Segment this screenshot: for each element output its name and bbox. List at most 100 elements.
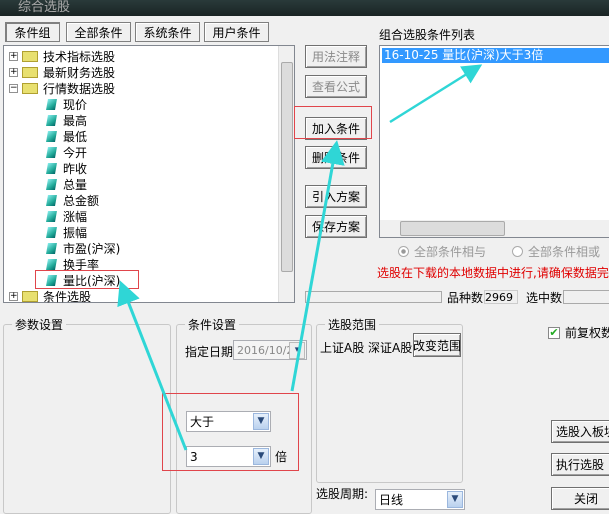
tree-item[interactable]: 最高 bbox=[46, 112, 88, 128]
indicator-icon bbox=[46, 146, 57, 158]
radio-icon[interactable] bbox=[512, 246, 523, 257]
count-label: 品种数 bbox=[447, 291, 484, 305]
tree-item-label: 总量 bbox=[63, 177, 88, 192]
tree-item[interactable]: 昨收 bbox=[46, 160, 88, 176]
expand-icon[interactable]: + bbox=[9, 67, 18, 77]
adjust-checkbox[interactable]: ✔ 前复权数 bbox=[548, 324, 609, 341]
tree-item-label: 最高 bbox=[63, 113, 88, 128]
param-group: 参数设置 bbox=[3, 316, 171, 514]
condition-list[interactable]: 16-10-25 量比(沪深)大于3倍 bbox=[379, 45, 609, 238]
indicator-icon bbox=[46, 130, 57, 142]
folder-icon bbox=[22, 50, 38, 62]
tree-item[interactable]: 今开 bbox=[46, 144, 88, 160]
indicator-icon bbox=[46, 162, 57, 174]
usage-button[interactable]: 用法注释 bbox=[305, 45, 367, 68]
tab-condition-group[interactable]: 条件组 bbox=[5, 22, 60, 42]
expand-icon[interactable]: + bbox=[9, 291, 18, 301]
count-value: 2969 bbox=[484, 290, 518, 304]
to-block-button[interactable]: 选股入板块 bbox=[551, 420, 609, 443]
tree-group[interactable]: + 条件选股 bbox=[9, 288, 91, 304]
dropdown-icon[interactable]: ▾ bbox=[289, 342, 305, 359]
change-range-button[interactable]: 改变范围 bbox=[413, 333, 461, 357]
period-label: 选股周期: bbox=[316, 487, 369, 501]
tree-item-label: 现价 bbox=[63, 97, 88, 112]
tree-item[interactable]: 振幅 bbox=[46, 224, 88, 240]
annotation-box bbox=[294, 106, 372, 139]
chevron-down-icon[interactable]: ▼ bbox=[253, 413, 269, 430]
tab-user-conditions[interactable]: 用户条件 bbox=[204, 22, 269, 42]
tree-item-label: 涨幅 bbox=[63, 209, 88, 224]
tree-group-label: 技术指标选股 bbox=[43, 49, 116, 64]
condition-item[interactable]: 16-10-25 量比(沪深)大于3倍 bbox=[382, 48, 609, 63]
date-picker[interactable]: 2016/10/25 ▾ bbox=[233, 340, 307, 360]
value-text: 3 bbox=[190, 449, 198, 464]
tab-all-conditions[interactable]: 全部条件 bbox=[66, 22, 131, 42]
indicator-icon bbox=[46, 242, 57, 254]
tree-item[interactable]: 最低 bbox=[46, 128, 87, 144]
radio-and[interactable]: 全部条件相与 bbox=[398, 243, 486, 260]
tree-item[interactable]: 涨幅 bbox=[46, 208, 88, 224]
folder-icon bbox=[22, 290, 38, 302]
indicator-icon bbox=[46, 98, 57, 110]
indicator-icon bbox=[46, 226, 57, 238]
execute-button[interactable]: 执行选股 bbox=[551, 453, 609, 476]
selected-value bbox=[563, 290, 609, 304]
condition-list-label: 组合选股条件列表 bbox=[379, 28, 476, 42]
tree-item[interactable]: 总量 bbox=[46, 176, 88, 192]
tree-group[interactable]: − 行情数据选股 bbox=[9, 80, 115, 96]
period-select[interactable]: 日线 ▼ bbox=[375, 489, 465, 510]
indicator-icon bbox=[46, 210, 57, 222]
check-icon[interactable]: ✔ bbox=[548, 326, 560, 339]
tree-item-label: 昨收 bbox=[63, 161, 88, 176]
indicator-icon bbox=[46, 194, 57, 206]
tree-item-label: 今开 bbox=[63, 145, 88, 160]
window-title: 综合选股 bbox=[18, 0, 71, 15]
condition-tree[interactable]: + 技术指标选股 + 最新财务选股 − 行情数据选股 现价 最高 最低 今开 昨收 总量 总金额涨… bbox=[3, 45, 295, 304]
tree-item-label: 市盈(沪深) bbox=[63, 241, 121, 256]
tree-group[interactable]: + 最新财务选股 bbox=[9, 64, 115, 80]
progress-bar bbox=[305, 291, 442, 303]
radio-label: 全部条件相或 bbox=[528, 245, 601, 259]
indicator-icon bbox=[46, 114, 57, 126]
date-label: 指定日期: bbox=[185, 345, 238, 359]
tree-item-label: 振幅 bbox=[63, 225, 88, 240]
expand-icon[interactable]: + bbox=[9, 51, 18, 61]
group-label: 选股范围 bbox=[325, 316, 380, 333]
period-value: 日线 bbox=[379, 493, 404, 507]
checkbox-label: 前复权数 bbox=[565, 326, 609, 340]
tree-group[interactable]: + 技术指标选股 bbox=[9, 48, 115, 64]
unit-label: 倍 bbox=[275, 450, 288, 464]
operator-value: 大于 bbox=[190, 415, 215, 429]
close-button[interactable]: 关闭 bbox=[551, 487, 609, 510]
tab-system-conditions[interactable]: 系统条件 bbox=[135, 22, 200, 42]
tree-group-label: 行情数据选股 bbox=[43, 81, 116, 96]
annotation-box bbox=[35, 270, 139, 289]
radio-label: 全部条件相与 bbox=[414, 245, 487, 259]
save-plan-button[interactable]: 保存方案 bbox=[305, 215, 367, 238]
value-select[interactable]: 3 ▼ bbox=[186, 446, 271, 467]
tree-item-label: 总金额 bbox=[63, 193, 100, 208]
horizontal-scrollbar[interactable] bbox=[380, 220, 609, 237]
radio-or[interactable]: 全部条件相或 bbox=[512, 243, 600, 260]
collapse-icon[interactable]: − bbox=[9, 83, 18, 93]
radio-icon[interactable] bbox=[398, 246, 409, 257]
tree-item[interactable]: 现价 bbox=[46, 96, 88, 112]
folder-icon bbox=[22, 66, 38, 78]
chevron-down-icon[interactable]: ▼ bbox=[447, 491, 463, 508]
tree-scrollbar[interactable] bbox=[278, 46, 294, 302]
indicator-icon bbox=[46, 258, 57, 270]
folder-icon bbox=[22, 82, 38, 94]
view-formula-button[interactable]: 查看公式 bbox=[305, 75, 367, 98]
operator-select[interactable]: 大于 ▼ bbox=[186, 411, 271, 432]
import-plan-button[interactable]: 引入方案 bbox=[305, 185, 367, 208]
group-label: 条件设置 bbox=[185, 316, 240, 333]
group-label: 参数设置 bbox=[12, 316, 67, 333]
selected-label: 选中数 bbox=[526, 291, 563, 305]
range-text: 上证A股 深证A股 bbox=[320, 341, 413, 355]
tree-item[interactable]: 总金额 bbox=[46, 192, 100, 208]
indicator-icon bbox=[46, 178, 57, 190]
tree-group-label: 最新财务选股 bbox=[43, 65, 116, 80]
chevron-down-icon[interactable]: ▼ bbox=[253, 448, 269, 465]
tree-item[interactable]: 市盈(沪深) bbox=[46, 240, 121, 256]
delete-condition-button[interactable]: 删除条件 bbox=[305, 146, 367, 169]
